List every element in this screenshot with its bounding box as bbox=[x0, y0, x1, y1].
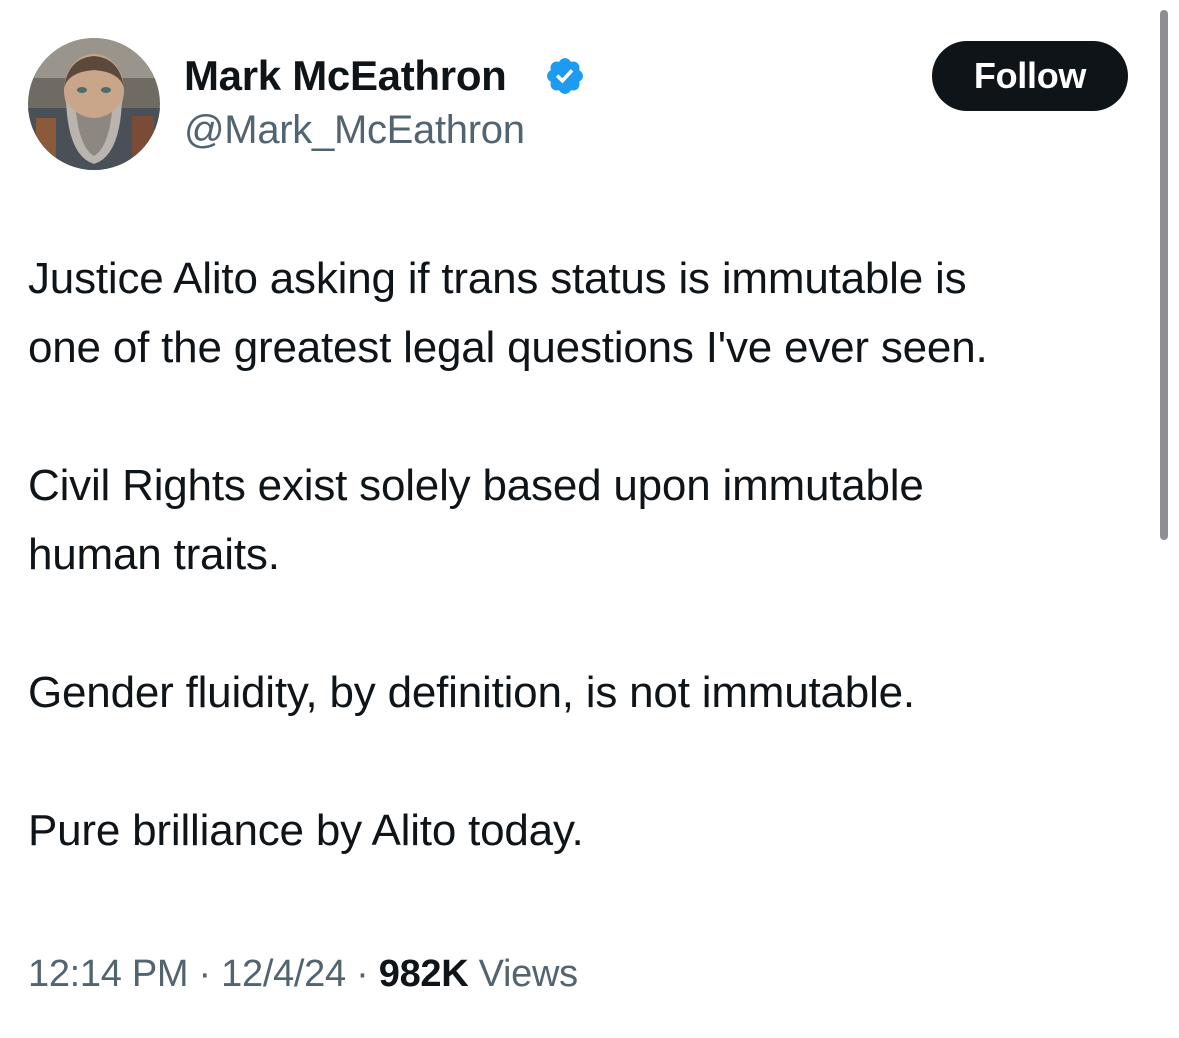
author-handle[interactable]: @Mark_McEathron bbox=[184, 104, 525, 156]
meta-separator: · bbox=[198, 953, 212, 995]
tweet-text: Justice Alito asking if trans status is … bbox=[28, 244, 1153, 865]
scrollbar[interactable] bbox=[1160, 10, 1168, 540]
tweet-paragraph: Gender fluidity, by definition, is not i… bbox=[28, 668, 915, 717]
tweet-meta: 12:14 PM · 12/4/24 · 982K Views bbox=[28, 948, 578, 1000]
views-label: Views bbox=[478, 953, 578, 995]
tweet-time[interactable]: 12:14 PM bbox=[28, 953, 189, 995]
views-count: 982K bbox=[378, 953, 469, 995]
author-display-name[interactable]: Mark McEathron bbox=[184, 50, 507, 102]
tweet-paragraph: Pure brilliance by Alito today. bbox=[28, 806, 584, 855]
verified-badge-icon[interactable] bbox=[544, 55, 586, 97]
tweet-date[interactable]: 12/4/24 bbox=[221, 953, 346, 995]
tweet-paragraph: Civil Rights exist solely based upon imm… bbox=[28, 461, 924, 579]
tweet-paragraph: Justice Alito asking if trans status is … bbox=[28, 254, 988, 372]
avatar[interactable] bbox=[28, 38, 160, 170]
avatar-photo bbox=[28, 38, 160, 170]
follow-button[interactable]: Follow bbox=[932, 41, 1128, 111]
meta-separator: · bbox=[356, 953, 369, 995]
